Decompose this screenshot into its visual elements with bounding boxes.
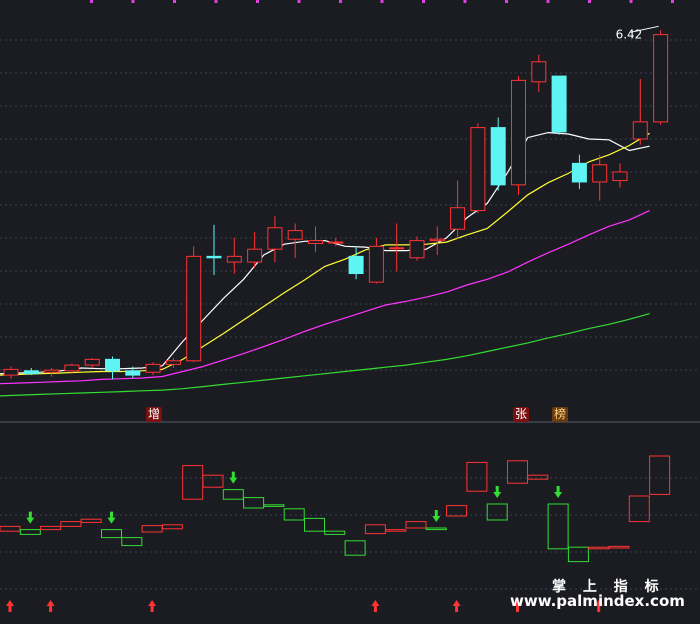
candle-up [226,255,242,263]
candle-up [3,368,19,376]
candle-up [247,248,263,263]
top-dot [339,0,342,3]
top-dot [546,0,550,3]
candle-up [389,247,405,250]
candle-up [450,207,466,230]
candle-up [64,364,80,372]
top-dot [588,0,591,3]
top-dot [256,0,259,3]
candle-down [490,127,506,186]
top-dot [505,0,508,3]
top-dot [131,0,135,3]
candle-down [551,75,567,133]
top-dot [422,0,425,3]
candle-up [287,230,303,240]
candle-up [145,363,161,373]
marker-zeng: 增 [146,407,163,422]
top-dot [463,0,467,3]
candle-down [105,358,120,372]
candle-up [328,241,344,244]
candle-up [84,358,100,366]
top-dot [214,0,218,3]
marker-bang: 榜 [552,407,569,422]
candle-up [368,245,384,283]
top-dot [297,0,301,3]
candle-up [592,164,608,183]
top-dot [380,0,384,3]
candle-up [612,171,628,182]
candle-down [206,255,222,259]
candle-down [571,162,587,183]
marker-zhang: 张 [513,407,530,422]
candle-down [125,370,141,376]
candle-up [470,127,486,212]
candle-up [653,34,669,123]
candle-up [429,238,445,242]
top-dot [90,0,93,3]
top-dot [671,0,674,3]
candle-up [44,369,60,373]
candle-up [632,121,648,140]
candle-up [409,240,425,259]
candle-up [165,360,181,365]
candle-up [267,227,283,250]
chart-background [0,0,700,624]
candle-up [186,255,202,362]
top-dot [173,0,176,3]
candle-up [531,61,547,83]
candle-up [511,79,526,186]
candle-up [308,240,323,244]
stock-chart[interactable]: 6.42 [0,0,700,624]
candle-down [348,255,364,275]
candle-down [23,370,39,375]
top-dot [629,0,633,3]
watermark-url: www.palmindex.com [510,592,685,610]
highest-price-label: 6.42 [616,27,643,41]
